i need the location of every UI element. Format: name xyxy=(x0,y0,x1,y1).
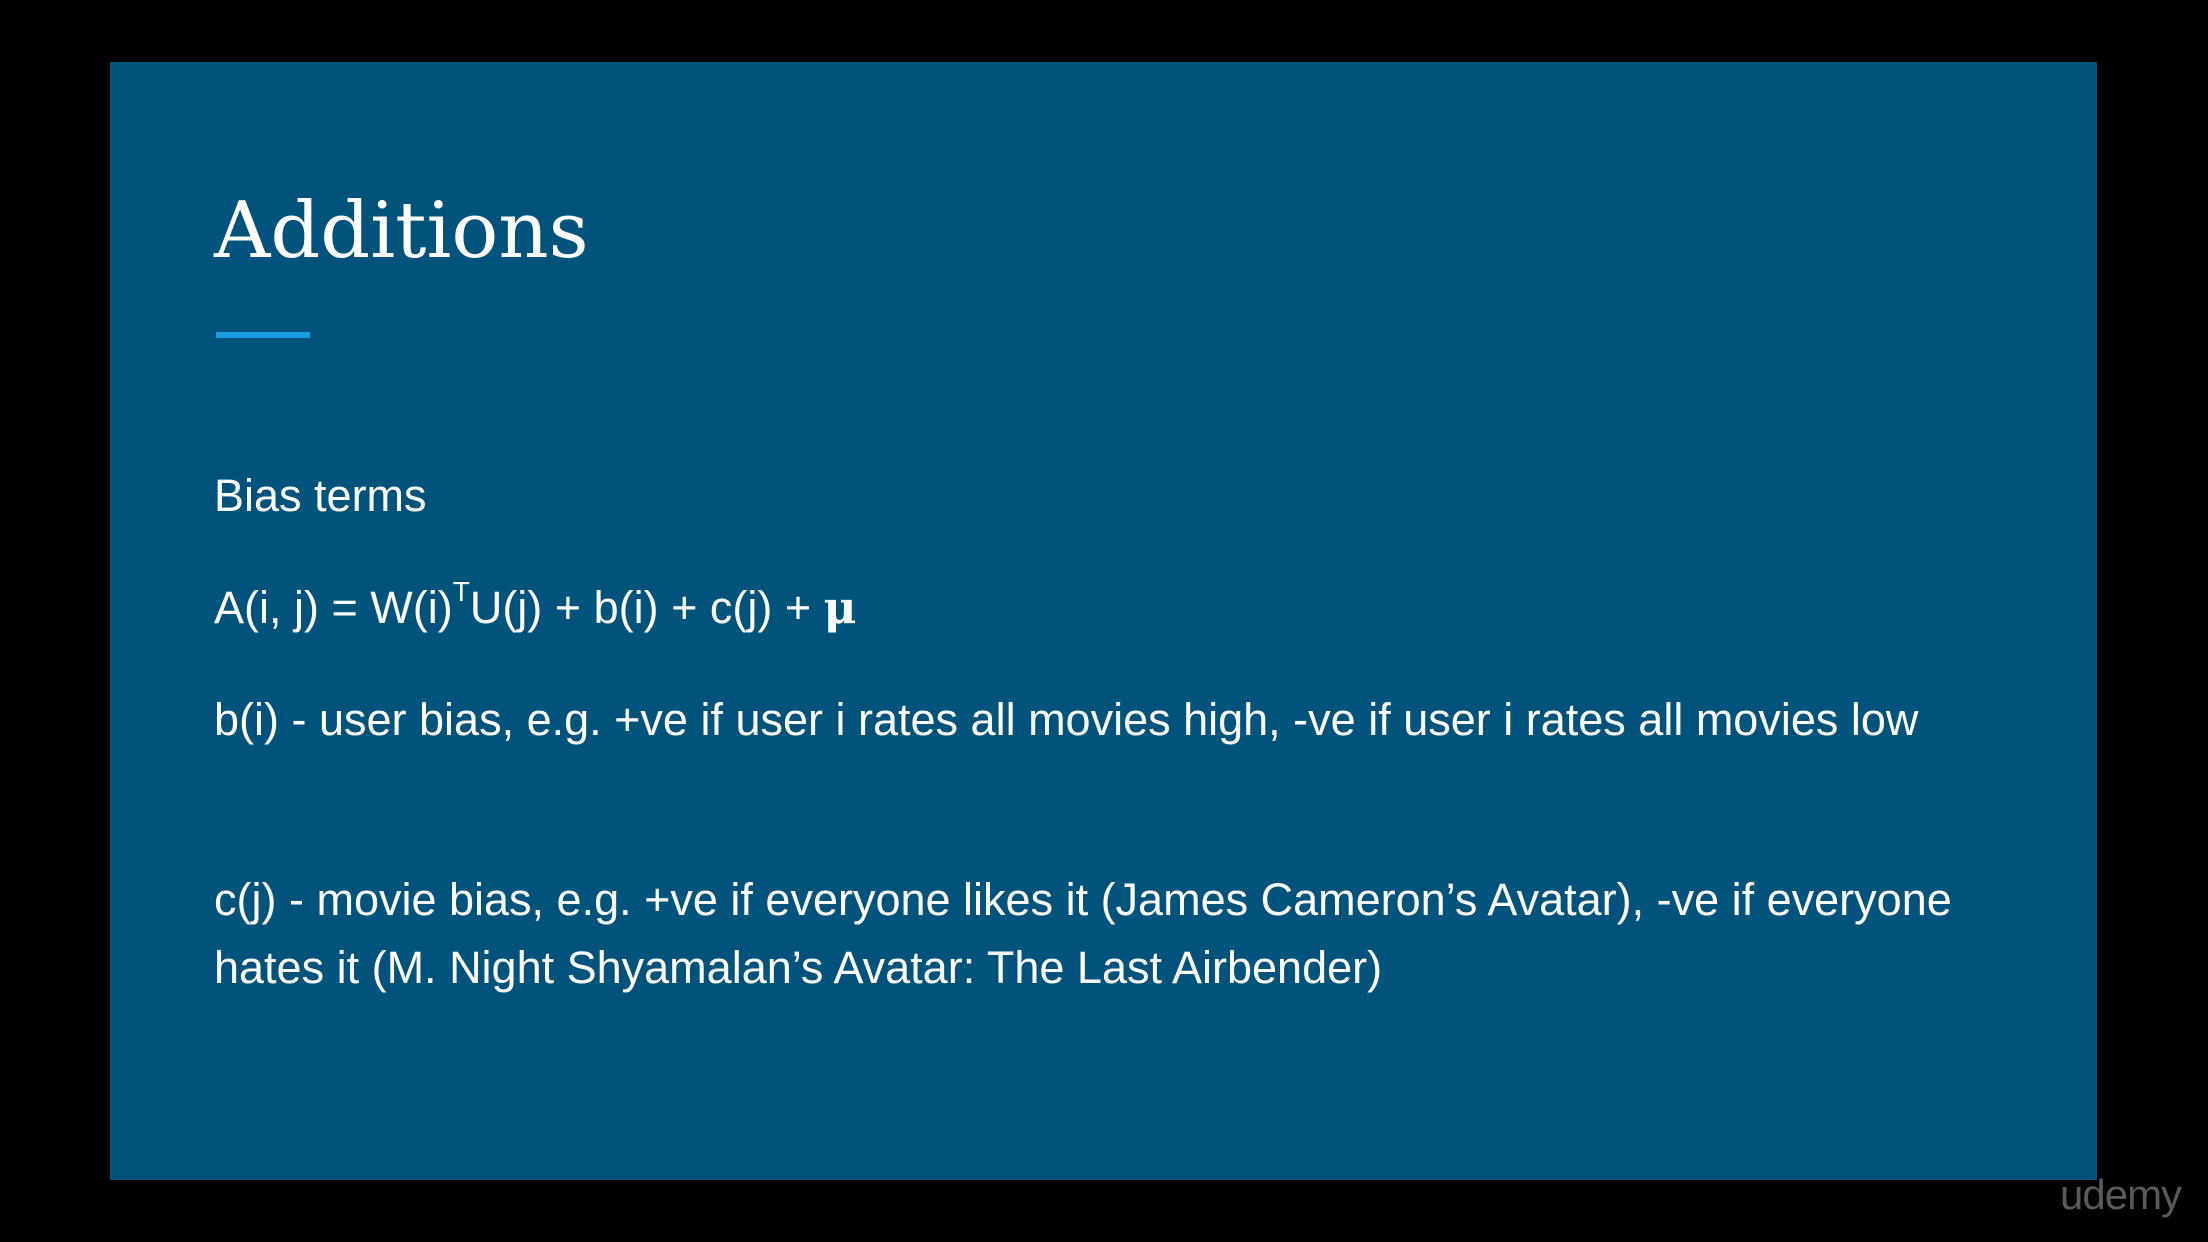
movie-bias-description: c(j) - movie bias, e.g. +ve if everyone … xyxy=(214,874,1952,993)
bias-formula: A(i, j) = W(i)TU(j) + b(i) + c(j) + μ xyxy=(214,574,857,642)
udemy-watermark: udemy xyxy=(2060,1171,2182,1218)
transpose-superscript: T xyxy=(452,576,470,607)
video-frame: Additions Bias terms A(i, j) = W(i)TU(j)… xyxy=(0,0,2208,1242)
slide: Additions Bias terms A(i, j) = W(i)TU(j)… xyxy=(110,62,2097,1180)
global-mean-symbol: μ xyxy=(823,581,857,634)
bias-terms-heading: Bias terms xyxy=(214,470,427,521)
title-underline xyxy=(216,332,310,338)
formula-rest: U(j) + b(i) + c(j) + xyxy=(469,582,824,633)
slide-title: Additions xyxy=(214,186,589,276)
formula-lhs: A(i, j) = W(i) xyxy=(214,582,453,633)
user-bias-description: b(i) - user bias, e.g. +ve if user i rat… xyxy=(214,694,1919,745)
